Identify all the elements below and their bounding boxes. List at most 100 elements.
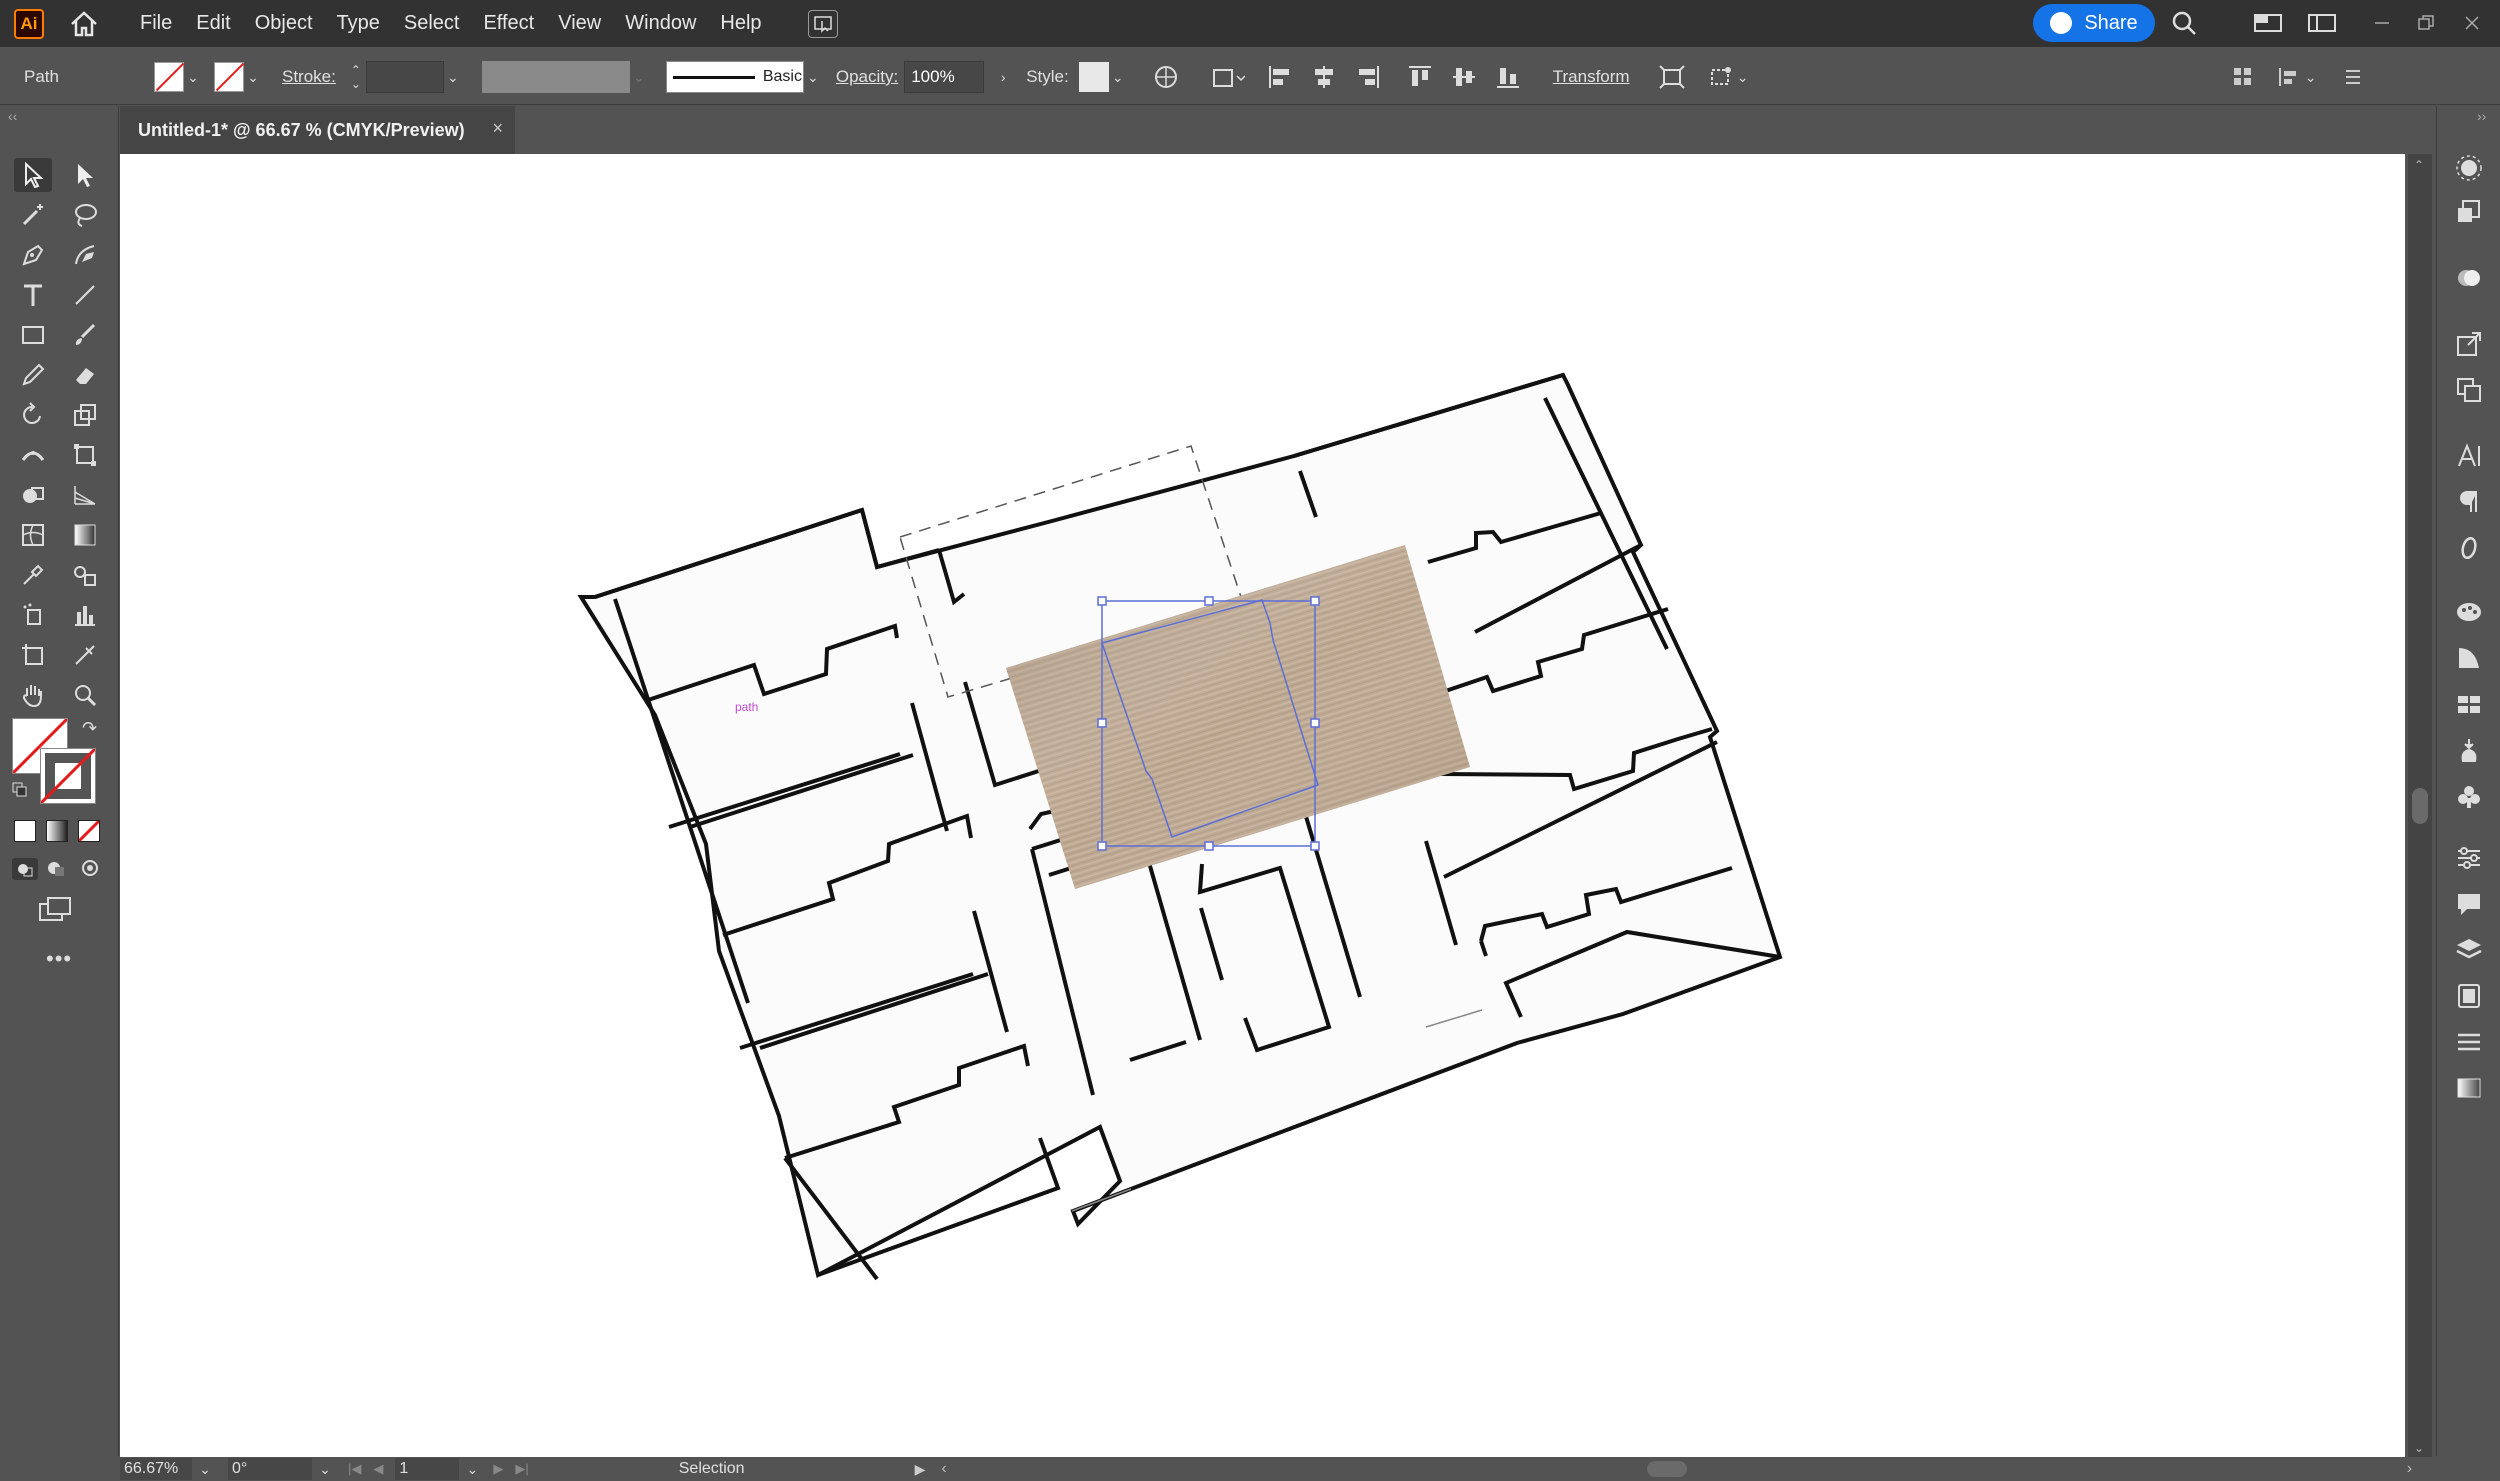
graphic-style-swatch[interactable]: [1078, 62, 1109, 92]
draw-behind-icon[interactable]: [46, 858, 66, 878]
artboards-panel-icon[interactable]: [2453, 196, 2485, 228]
rotate-icon[interactable]: [14, 398, 52, 432]
scroll-thumb[interactable]: [2412, 788, 2428, 824]
menu-file[interactable]: File: [140, 12, 172, 35]
menu-help[interactable]: Help: [720, 12, 761, 35]
puppet-warp-icon[interactable]: [1708, 64, 1734, 90]
brushes-panel-icon[interactable]: [2453, 734, 2485, 766]
chevron-down-icon[interactable]: ⌄: [804, 68, 822, 86]
free-transform-icon[interactable]: [66, 438, 104, 472]
chevron-down-icon[interactable]: ⌄: [2302, 68, 2320, 86]
shape-builder-icon[interactable]: [14, 478, 52, 512]
color-guide-icon[interactable]: [2453, 596, 2485, 628]
canvas-area[interactable]: path: [120, 154, 2408, 1457]
arrange-panels-icon[interactable]: [2232, 66, 2254, 88]
close-window-icon[interactable]: [2458, 10, 2486, 36]
transparency-panel-icon[interactable]: [2453, 1072, 2485, 1104]
align-top-icon[interactable]: [1407, 64, 1433, 90]
horizontal-scroll-thumb[interactable]: [1646, 1461, 1687, 1477]
eyedropper-icon[interactable]: [14, 558, 52, 592]
blend-icon[interactable]: [66, 558, 104, 592]
screen-mode-icon[interactable]: [38, 896, 74, 922]
artboard-number-field[interactable]: 1: [395, 1458, 460, 1480]
home-icon[interactable]: [68, 8, 100, 40]
menu-effect[interactable]: Effect: [483, 12, 534, 35]
swap-colors-icon[interactable]: ↷: [82, 718, 97, 739]
vertical-scrollbar[interactable]: ⌃ ⌄: [2408, 154, 2432, 1457]
isolate-group-icon[interactable]: [1658, 64, 1686, 90]
minimize-icon[interactable]: [2368, 10, 2396, 36]
gradient-mode-icon[interactable]: [46, 820, 68, 842]
menu-object[interactable]: Object: [255, 12, 313, 35]
align-panel-icon[interactable]: [2453, 1026, 2485, 1058]
share-button[interactable]: Share: [2033, 4, 2155, 42]
menu-view[interactable]: View: [558, 12, 601, 35]
previous-artboard-icon[interactable]: ◀: [373, 1461, 383, 1477]
align-left-icon[interactable]: [1267, 64, 1293, 90]
panel-menu-icon[interactable]: [2342, 66, 2364, 88]
width-tool-icon[interactable]: [14, 438, 52, 472]
none-mode-icon[interactable]: [78, 820, 100, 842]
chevron-down-icon[interactable]: ⌄: [1109, 68, 1127, 86]
artboard-icon[interactable]: [14, 638, 52, 672]
workspace-icon[interactable]: [2308, 10, 2336, 36]
variable-width-profile[interactable]: [481, 61, 630, 93]
scroll-up-icon[interactable]: ⌃: [2414, 158, 2424, 172]
first-artboard-icon[interactable]: |◀: [348, 1461, 361, 1477]
menu-select[interactable]: Select: [404, 12, 460, 35]
hand-icon[interactable]: [14, 678, 52, 712]
stroke-label[interactable]: Stroke:: [282, 67, 336, 87]
zoom-level-field[interactable]: 66.67%: [120, 1458, 192, 1480]
pen-icon[interactable]: [14, 238, 52, 272]
draw-inside-icon[interactable]: [80, 858, 100, 878]
scroll-right-icon[interactable]: ›: [2407, 1460, 2412, 1478]
character-panel-icon[interactable]: [2453, 440, 2485, 472]
opacity-label[interactable]: Opacity:: [836, 67, 898, 87]
align-middle-icon[interactable]: [1451, 64, 1477, 90]
properties-panel-icon[interactable]: [2453, 842, 2485, 874]
menu-edit[interactable]: Edit: [196, 12, 230, 35]
stroke-swatch[interactable]: [214, 62, 244, 92]
status-menu-icon[interactable]: ▶: [915, 1461, 926, 1478]
next-artboard-icon[interactable]: ▶: [493, 1461, 503, 1477]
symbols-panel-icon[interactable]: [2453, 780, 2485, 812]
search-icon[interactable]: [2170, 10, 2198, 36]
column-graph-icon[interactable]: [66, 598, 104, 632]
more-tools-icon[interactable]: •••: [46, 946, 72, 972]
menu-type[interactable]: Type: [337, 12, 380, 35]
opentype-panel-icon[interactable]: [2453, 532, 2485, 564]
close-tab-icon[interactable]: ×: [492, 118, 503, 139]
gradient-panel-icon[interactable]: [2453, 642, 2485, 674]
chevron-down-icon[interactable]: ⌄: [444, 68, 462, 86]
document-tab[interactable]: Untitled-1* @ 66.67 % (CMYK/Preview) ×: [120, 106, 515, 154]
arrange-documents-icon[interactable]: [2254, 10, 2282, 36]
type-icon[interactable]: [14, 278, 52, 312]
paragraph-panel-icon[interactable]: [2453, 486, 2485, 518]
paintbrush-icon[interactable]: [66, 318, 104, 352]
curvature-icon[interactable]: [66, 238, 104, 272]
chevron-down-icon[interactable]: ⌄: [196, 1460, 214, 1478]
chevron-down-icon[interactable]: ⌄: [184, 68, 202, 86]
comments-panel-icon[interactable]: [2453, 888, 2485, 920]
links-panel-icon[interactable]: [2453, 374, 2485, 406]
libraries-panel-icon[interactable]: [2453, 980, 2485, 1012]
draw-normal-icon[interactable]: [12, 858, 38, 880]
recolor-artwork-icon[interactable]: [1153, 64, 1179, 90]
fill-swatch[interactable]: [154, 62, 184, 92]
selection-tool-icon[interactable]: [14, 158, 52, 192]
scroll-down-icon[interactable]: ⌄: [2414, 1441, 2424, 1455]
distribute-icon[interactable]: [2276, 66, 2302, 88]
chevron-down-icon[interactable]: ⌄: [244, 68, 262, 86]
transform-link[interactable]: Transform: [1553, 67, 1630, 87]
collapse-icon[interactable]: ‹‹: [8, 108, 17, 124]
rotation-field[interactable]: 0°: [228, 1458, 312, 1480]
stroke-color-box[interactable]: [40, 748, 96, 804]
rectangle-icon[interactable]: [14, 318, 52, 352]
scale-icon[interactable]: [66, 398, 104, 432]
artboard[interactable]: path: [120, 154, 2405, 1457]
stroke-weight-input[interactable]: [365, 61, 444, 93]
opacity-input[interactable]: 100%: [904, 61, 985, 93]
swatches-panel-icon[interactable]: [2453, 262, 2485, 294]
lasso-icon[interactable]: [66, 198, 104, 232]
chevron-right-icon[interactable]: ›: [994, 68, 1012, 86]
